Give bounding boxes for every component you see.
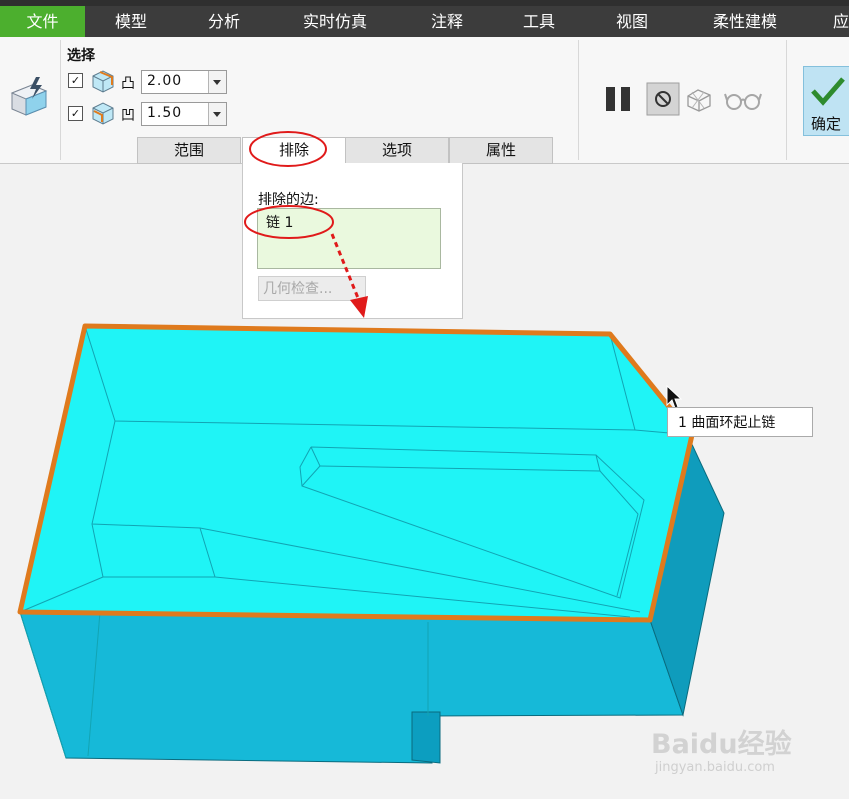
- annotation-arrow-head: [350, 296, 368, 318]
- watermark-logo: Baidu经验: [651, 729, 792, 760]
- annotation-arrow-line: [330, 233, 360, 299]
- annotation-circle-chain: [244, 205, 334, 239]
- edge-tooltip: 1 曲面环起止链: [667, 407, 813, 437]
- annotation-circle-tab: [249, 131, 327, 167]
- watermark-url: jingyan.baidu.com: [655, 760, 775, 775]
- annotation-overlay: [244, 131, 368, 318]
